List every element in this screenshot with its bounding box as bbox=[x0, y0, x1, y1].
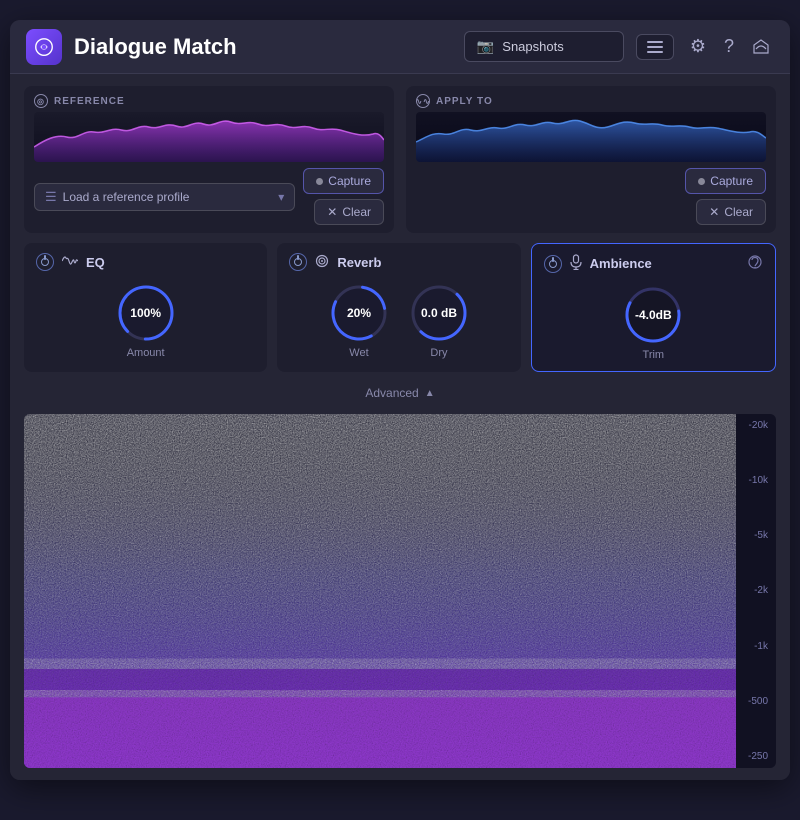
eq-amount-label: Amount bbox=[127, 347, 165, 359]
clear-x-icon-2: ✕ bbox=[709, 205, 719, 219]
app-header: Dialogue Match 📷 Snapshots ⚙ ? bbox=[10, 20, 790, 74]
spectrogram-visual bbox=[24, 414, 736, 768]
reverb-module-header: Reverb bbox=[289, 253, 508, 271]
ambience-title: Ambience bbox=[590, 256, 652, 271]
apply-capture-button[interactable]: Capture bbox=[685, 168, 766, 194]
reverb-wet-knob[interactable]: 20% bbox=[329, 283, 389, 343]
ambience-mic-icon bbox=[570, 254, 582, 273]
reverb-module: Reverb 20% Wet bbox=[277, 243, 520, 372]
reverb-wet-value: 20% bbox=[347, 306, 371, 320]
advanced-bar[interactable]: Advanced ▲ bbox=[24, 382, 776, 404]
capture-dot-2 bbox=[698, 178, 705, 185]
app-logo bbox=[26, 29, 62, 65]
freq-label-20k: -20k bbox=[748, 420, 768, 431]
reference-controls: Capture ✕ Clear bbox=[303, 168, 384, 225]
iztope-icon-button[interactable] bbox=[748, 34, 774, 60]
main-content: ◎ REFERENCE bbox=[10, 74, 790, 780]
reference-clear-button[interactable]: ✕ Clear bbox=[314, 199, 384, 225]
frequency-labels: -20k -10k -5k -2k -1k -500 -250 bbox=[748, 414, 768, 768]
help-button[interactable]: ? bbox=[720, 32, 738, 61]
advanced-arrow-icon: ▲ bbox=[425, 388, 435, 399]
ambience-trim-label: Trim bbox=[643, 349, 665, 361]
reference-dropdown-text: Load a reference profile bbox=[63, 190, 190, 204]
reference-capture-button[interactable]: Capture bbox=[303, 168, 384, 194]
settings-button[interactable]: ⚙ bbox=[686, 32, 710, 61]
eq-title: EQ bbox=[86, 255, 105, 270]
hamburger-button[interactable] bbox=[636, 34, 674, 60]
reference-panel-bottom: ☰ Load a reference profile ▾ Capture ✕ C… bbox=[34, 168, 384, 225]
ambience-trim-knob[interactable]: -4.0dB bbox=[623, 285, 683, 345]
freq-label-250: -250 bbox=[748, 751, 768, 762]
ambience-listen-icon[interactable] bbox=[747, 254, 763, 273]
ambience-module: Ambience bbox=[531, 243, 776, 372]
reverb-knobs: 20% Wet 0.0 dB Dry bbox=[289, 283, 508, 359]
freq-label-500: -500 bbox=[748, 696, 768, 707]
ambience-trim-value: -4.0dB bbox=[635, 308, 672, 322]
ambience-module-header: Ambience bbox=[544, 254, 763, 273]
snapshots-label: Snapshots bbox=[502, 39, 563, 54]
clear-x-icon: ✕ bbox=[327, 205, 337, 219]
apply-controls: Capture ✕ Clear bbox=[685, 168, 766, 225]
reference-label: ◎ REFERENCE bbox=[34, 94, 384, 108]
ambience-power-button[interactable] bbox=[544, 255, 562, 273]
reverb-title: Reverb bbox=[337, 255, 381, 270]
eq-amount-knob[interactable]: 100% bbox=[116, 283, 176, 343]
eq-module-header: EQ bbox=[36, 253, 255, 271]
eq-module: EQ 100% Amount bbox=[24, 243, 267, 372]
apply-icon: ∿∿ bbox=[416, 94, 430, 108]
freq-label-1k: -1k bbox=[748, 641, 768, 652]
eq-amount-knob-container: 100% Amount bbox=[116, 283, 176, 359]
spectrogram: -20k -10k -5k -2k -1k -500 -250 bbox=[24, 414, 776, 768]
reverb-wet-knob-container: 20% Wet bbox=[329, 283, 389, 359]
reference-panel: ◎ REFERENCE bbox=[24, 86, 394, 233]
eq-wave-icon bbox=[62, 254, 78, 270]
apply-to-panel: ∿∿ APPLY TO bbox=[406, 86, 776, 233]
reverb-dry-label: Dry bbox=[430, 347, 447, 359]
modules-row: EQ 100% Amount bbox=[24, 243, 776, 372]
audio-panels: ◎ REFERENCE bbox=[24, 86, 776, 233]
camera-icon: 📷 bbox=[477, 38, 494, 55]
reverb-power-icon bbox=[294, 258, 302, 266]
reference-dropdown[interactable]: ☰ Load a reference profile ▾ bbox=[34, 183, 295, 211]
ambience-trim-knob-container: -4.0dB Trim bbox=[623, 285, 683, 361]
chevron-down-icon: ▾ bbox=[278, 190, 284, 204]
menu-icon: ☰ bbox=[45, 189, 57, 205]
reference-icon: ◎ bbox=[34, 94, 48, 108]
apply-to-label: ∿∿ APPLY TO bbox=[416, 94, 766, 108]
freq-label-5k: -5k bbox=[748, 530, 768, 541]
snapshots-dropdown[interactable]: 📷 Snapshots bbox=[464, 31, 624, 62]
app-title: Dialogue Match bbox=[74, 34, 452, 60]
eq-power-icon bbox=[41, 258, 49, 266]
reverb-icon bbox=[315, 254, 329, 271]
eq-knobs: 100% Amount bbox=[36, 283, 255, 359]
apply-clear-button[interactable]: ✕ Clear bbox=[696, 199, 766, 225]
header-actions: ⚙ ? bbox=[686, 32, 774, 61]
reverb-dry-knob-container: 0.0 dB Dry bbox=[409, 283, 469, 359]
reverb-power-button[interactable] bbox=[289, 253, 307, 271]
eq-amount-value: 100% bbox=[130, 306, 161, 320]
ambience-knobs: -4.0dB Trim bbox=[544, 285, 763, 361]
apply-waveform bbox=[416, 112, 766, 162]
eq-power-button[interactable] bbox=[36, 253, 54, 271]
freq-label-10k: -10k bbox=[748, 475, 768, 486]
reverb-dry-knob[interactable]: 0.0 dB bbox=[409, 283, 469, 343]
capture-dot bbox=[316, 178, 323, 185]
apply-to-panel-bottom: Capture ✕ Clear bbox=[416, 168, 766, 225]
advanced-label: Advanced bbox=[365, 386, 418, 400]
reference-waveform bbox=[34, 112, 384, 162]
reverb-dry-value: 0.0 dB bbox=[421, 306, 457, 320]
reverb-wet-label: Wet bbox=[349, 347, 368, 359]
freq-label-2k: -2k bbox=[748, 585, 768, 596]
ambience-power-icon bbox=[549, 260, 557, 268]
